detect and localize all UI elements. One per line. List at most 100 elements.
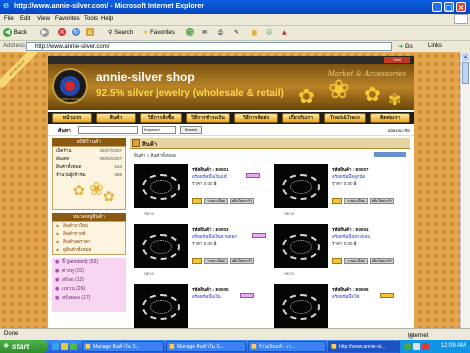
back-button[interactable]: ◀ Back [3, 28, 27, 38]
bracelet-detail [150, 240, 172, 254]
taskbar-item-active[interactable]: http://www.annie-si... [328, 341, 400, 352]
zoom-link[interactable]: ขยาย [284, 210, 294, 217]
cart-icon[interactable] [192, 258, 202, 264]
nav-how-to-order[interactable]: วิธีการสั่งซื้อ [140, 113, 182, 123]
menu-tools[interactable]: Tools [84, 16, 98, 22]
vertical-scrollbar[interactable]: ▲ ▼ [460, 52, 470, 340]
product-name[interactable]: สร้อยข้อมือเงิน [192, 293, 221, 300]
product-image[interactable] [274, 224, 328, 268]
minimize-button[interactable]: _ [432, 2, 442, 12]
scroll-up-icon[interactable]: ▲ [462, 53, 469, 61]
search-button[interactable]: ⚲ Search [108, 28, 133, 38]
product-name[interactable]: สร้อยข้อมือลูกปัด [332, 173, 365, 180]
add-to-cart-button[interactable]: หยิบใส่ตะกร้า [370, 258, 394, 264]
category-bestseller[interactable]: สินค้าขายดี [53, 230, 125, 238]
product-name[interactable]: สร้อยข้อมือโซ่ [332, 293, 359, 300]
group-link[interactable]: ต่างหู (31) [52, 267, 126, 276]
nav-shipping[interactable]: วิธีการจัดส่ง [234, 113, 278, 123]
forward-button[interactable]: ▶ [40, 28, 49, 38]
view-detail-button[interactable]: รายละเอียด [204, 198, 228, 204]
product-name[interactable]: สร้อยข้อมือห่วงกลม [332, 233, 370, 240]
favorites-button[interactable]: ★ Favorites [143, 28, 175, 38]
print-button[interactable]: ⎙ [218, 28, 223, 38]
quicklaunch-folder-icon[interactable] [61, 343, 68, 350]
edit-button[interactable]: ✎ [234, 28, 239, 38]
product-name[interactable]: สร้อยข้อมือเงินลายดอก [192, 233, 237, 240]
product-image[interactable] [134, 224, 188, 268]
mail-button[interactable]: ✉ [202, 28, 207, 38]
menu-edit[interactable]: Edit [20, 16, 30, 22]
zoom-link[interactable]: ขยาย [284, 270, 294, 277]
messenger-button[interactable]: ☺ [266, 28, 272, 38]
category-new[interactable]: สินค้ามาใหม่ [53, 222, 125, 230]
add-to-cart-button[interactable]: หยิบใส่ตะกร้า [370, 198, 394, 204]
corner-ribbon: annie-silver [0, 52, 38, 89]
product-image[interactable] [274, 284, 328, 328]
category-select[interactable] [78, 126, 138, 134]
view-detail-button[interactable]: รายละเอียด [344, 258, 368, 264]
close-button[interactable]: × [456, 2, 466, 12]
menu-favorites[interactable]: Favorites [55, 16, 80, 22]
flower-icon: ✿ [103, 189, 115, 205]
taskbar-item[interactable]: ร้านเงินแท้ - เว... [248, 341, 326, 352]
product-image[interactable] [134, 164, 188, 208]
product-name[interactable]: สร้อยข้อมือเงินแท้ [192, 173, 227, 180]
group-link[interactable]: แหวน (26) [52, 285, 126, 294]
cart-icon[interactable] [332, 258, 342, 264]
history-button[interactable]: ◷ [186, 28, 194, 38]
group-link[interactable]: สร้อย (12) [52, 276, 126, 285]
category-all[interactable]: ดูสินค้าทั้งหมด [53, 246, 125, 254]
group-link[interactable]: จี้ (pendant) (53) [52, 258, 126, 267]
zoom-link[interactable]: ขยาย [144, 210, 154, 217]
tray-antivirus-icon[interactable] [422, 343, 429, 350]
nav-how-to-pay[interactable]: วิธีการชำระเงิน [186, 113, 230, 123]
group-link[interactable]: สร้อยคอ (17) [52, 294, 126, 303]
shop-logo[interactable]: ANNIE SILVER [52, 68, 88, 104]
messenger-icon: ☺ [266, 29, 273, 36]
scroll-thumb[interactable] [462, 62, 469, 84]
nav-home[interactable]: หน้าแรก [52, 113, 92, 123]
add-to-cart-button[interactable]: หยิบใส่ตะกร้า [230, 198, 254, 204]
register-link[interactable]: สมัครสมาชิก [388, 127, 410, 134]
quicklaunch-ie-icon[interactable] [52, 343, 59, 350]
view-detail-button[interactable]: รายละเอียด [204, 258, 228, 264]
cart-icon[interactable] [192, 198, 202, 204]
clock: 12:09 AM [440, 343, 466, 349]
refresh-button[interactable]: ↻ [72, 28, 80, 38]
taskbar-item[interactable]: Manage สินค้าใน S... [166, 341, 246, 352]
product-image[interactable] [134, 284, 188, 328]
keyword-input[interactable]: Keyword [142, 126, 176, 134]
top-badge[interactable]: Visit [384, 57, 410, 63]
menu-help[interactable]: Help [101, 16, 113, 22]
tray-volume-icon[interactable] [413, 343, 420, 350]
address-input[interactable]: http://www.annie-silver.com/ [26, 42, 392, 51]
tray-network-icon[interactable] [404, 343, 411, 350]
menu-file[interactable]: File [4, 16, 14, 22]
stop-button[interactable]: × [58, 28, 66, 38]
nav-about[interactable]: เกี่ยวกับเรา [282, 113, 320, 123]
view-all-button[interactable] [374, 152, 406, 157]
view-detail-button[interactable]: รายละเอียด [344, 198, 368, 204]
nav-products[interactable]: สินค้า [96, 113, 136, 123]
zone-label: Internet [408, 333, 429, 339]
maximize-button[interactable]: □ [444, 2, 454, 12]
cart-icon[interactable] [332, 198, 342, 204]
nav-track-trace[interactable]: Track&Trace [324, 113, 366, 123]
go-button[interactable]: ➜ Go [398, 42, 420, 51]
search-submit-button[interactable]: Search [180, 126, 202, 134]
category-sale[interactable]: สินค้าลดราคา [53, 238, 125, 246]
menu-view[interactable]: View [37, 16, 50, 22]
add-to-cart-button[interactable]: หยิบใส่ตะกร้า [230, 258, 254, 264]
links-button[interactable]: Links [428, 43, 442, 49]
research-button[interactable]: ▲ [282, 28, 287, 38]
taskbar-item[interactable]: Manage สินค้าใน S... [82, 341, 164, 352]
nav-contact[interactable]: ติดต่อเรา [370, 113, 410, 123]
product-image[interactable] [274, 164, 328, 208]
start-button[interactable]: start [0, 340, 48, 353]
quicklaunch-media-icon[interactable] [70, 343, 77, 350]
home-button[interactable]: ⌂ [86, 28, 94, 38]
flower-icon: ❀ [328, 75, 350, 105]
stat-value: 09/04/2007 [99, 156, 122, 161]
discuss-button[interactable]: ▆ [252, 28, 257, 38]
zoom-link[interactable]: ขยาย [144, 270, 154, 277]
